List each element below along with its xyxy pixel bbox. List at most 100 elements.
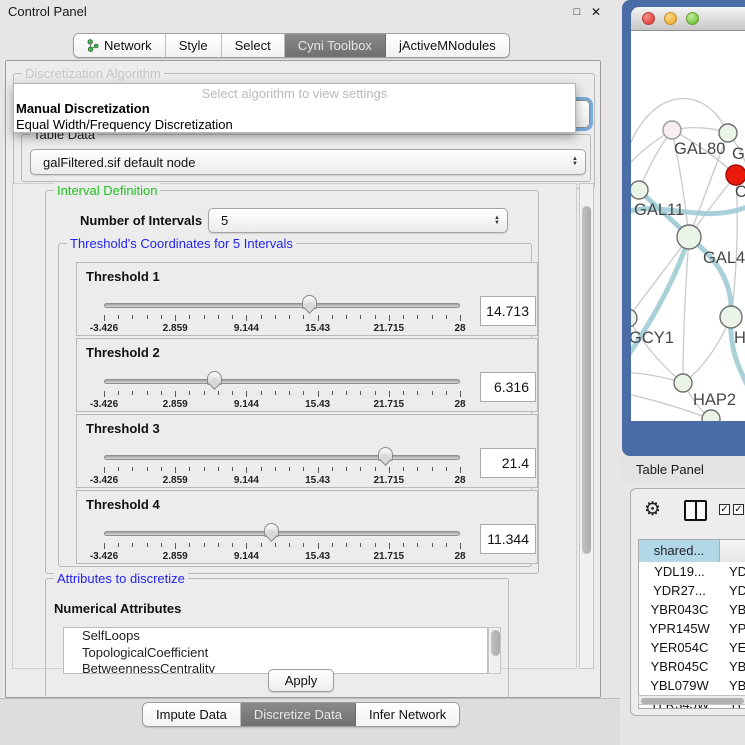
tick-mark [232,543,233,547]
tab-discretize-data[interactable]: Discretize Data [241,703,356,726]
tick-mark [218,467,219,471]
node-label: GAL11 [634,201,684,219]
table-data-combo-value: galFiltered.sif default node [43,155,195,170]
scale-label: -3.426 [90,475,118,486]
threshold-panel: Threshold 1-3.4262.8599.14415.4321.71528… [76,262,538,336]
scrollbar-thumb[interactable] [641,698,744,704]
attributes-group-title: Attributes to discretize [54,571,188,586]
slider-track[interactable] [104,531,460,536]
slider-thumb[interactable] [264,523,279,537]
checkbox-icon[interactable]: ✓ [733,504,744,515]
apply-button[interactable]: Apply [268,669,334,692]
list-item[interactable]: SelfLoops [64,628,487,645]
threshold-value-field[interactable]: 21.4 [480,448,536,478]
dropdown-hint: Select algorithm to view settings [14,84,575,101]
table-horizontal-scrollbar[interactable] [638,695,745,705]
tick-mark [232,391,233,395]
table-row[interactable]: YBR045CYBR0 [639,657,745,676]
list-item[interactable]: TopologicalCoefficient [64,645,487,662]
network-canvas[interactable]: GAL80GACGAL11GAL4GCY1HHAP2 [631,31,745,421]
tick-mark [417,391,418,395]
tab-jactivemnodules[interactable]: jActiveMNodules [386,34,509,57]
network-node[interactable] [702,410,720,421]
table-panel-title: Table Panel [636,462,704,477]
column-header[interactable]: shared... [639,540,720,562]
tick-mark [147,467,148,471]
slider-track[interactable] [104,455,460,460]
threshold-value-field[interactable]: 11.344 [480,524,536,554]
minimize-traffic-light-icon[interactable] [664,12,677,25]
network-node[interactable] [726,165,745,185]
network-node[interactable] [631,309,637,327]
column-header[interactable]: na [720,540,745,562]
tick-mark [432,315,433,319]
table-row[interactable]: YPR145WYPR1 [639,619,745,638]
tab-impute-data[interactable]: Impute Data [143,703,241,726]
tab-infer-network[interactable]: Infer Network [356,703,459,726]
columns-icon[interactable] [684,500,707,521]
network-node[interactable] [677,225,701,249]
tick-mark [246,543,247,549]
tick-mark [118,391,119,395]
tab-network[interactable]: Network [74,34,166,57]
scale-label: 28 [454,323,465,334]
dropdown-item[interactable]: Equal Width/Frequency Discretization [14,117,575,133]
tick-mark [175,391,176,397]
tick-mark [332,315,333,319]
tick-mark [375,543,376,547]
network-node[interactable] [674,374,692,392]
slider-thumb[interactable] [302,295,317,309]
number-of-intervals-combo[interactable]: 5 ▲▼ [208,208,508,233]
scale-label: 9.144 [234,475,259,486]
close-icon[interactable]: ✕ [589,5,603,19]
slider-track[interactable] [104,379,460,384]
tick-mark [132,467,133,471]
table-panel-titlebar: Table Panel [620,457,745,483]
scale-label: 2.859 [163,475,188,486]
tab-cyni-toolbox[interactable]: Cyni Toolbox [285,34,386,57]
threshold-value-field[interactable]: 14.713 [480,296,536,326]
table-data-combo[interactable]: galFiltered.sif default node ▲▼ [30,149,586,175]
network-node[interactable] [631,181,648,199]
tick-mark [346,543,347,547]
slider-thumb[interactable] [378,447,393,461]
gear-icon[interactable]: ⚙ [644,498,661,521]
zoom-traffic-light-icon[interactable] [686,12,699,25]
table-row[interactable]: YBL079WYBL0 [639,676,745,695]
number-of-intervals-value: 5 [221,213,228,228]
numerical-attributes-label: Numerical Attributes [54,601,181,616]
tick-mark [417,315,418,319]
node-label: GAL4 [703,249,745,267]
network-node[interactable] [719,124,737,142]
tick-mark [318,315,319,321]
table-row[interactable]: YER054CYER0 [639,638,745,657]
tab-select[interactable]: Select [222,34,285,57]
network-node[interactable] [720,306,742,328]
slider-track[interactable] [104,303,460,308]
table-row[interactable]: YDL19...YDL1 [639,562,745,581]
dropdown-item[interactable]: Manual Discretization [14,101,575,117]
close-traffic-light-icon[interactable] [642,12,655,25]
scale-label: 21.715 [374,323,405,334]
tick-mark [446,543,447,547]
tick-mark [275,543,276,547]
float-window-icon[interactable]: □ [570,5,584,19]
settings-scroll-viewport: Interval Definition Number of Intervals … [12,183,577,669]
attributes-scrollbar[interactable] [488,627,501,674]
table-row[interactable]: YBR043CYBR0 [639,600,745,619]
tab-style[interactable]: Style [166,34,222,57]
checkbox-icon[interactable]: ✓ [719,504,730,515]
threshold-label: Threshold 4 [86,497,160,512]
scrollbar-thumb[interactable] [491,630,500,656]
panel-title: Control Panel [8,4,87,19]
threshold-value-field[interactable]: 6.316 [480,372,536,402]
network-window-titlebar[interactable] [631,7,745,31]
table-row[interactable]: YDR27...YDR2 [639,581,745,600]
tick-mark [432,467,433,471]
network-node[interactable] [663,121,681,139]
main-scrollbar[interactable] [579,183,594,669]
tick-mark [318,391,319,397]
slider-thumb[interactable] [207,371,222,385]
scrollbar-thumb[interactable] [582,206,591,554]
table-cell: YDR2 [720,581,745,600]
